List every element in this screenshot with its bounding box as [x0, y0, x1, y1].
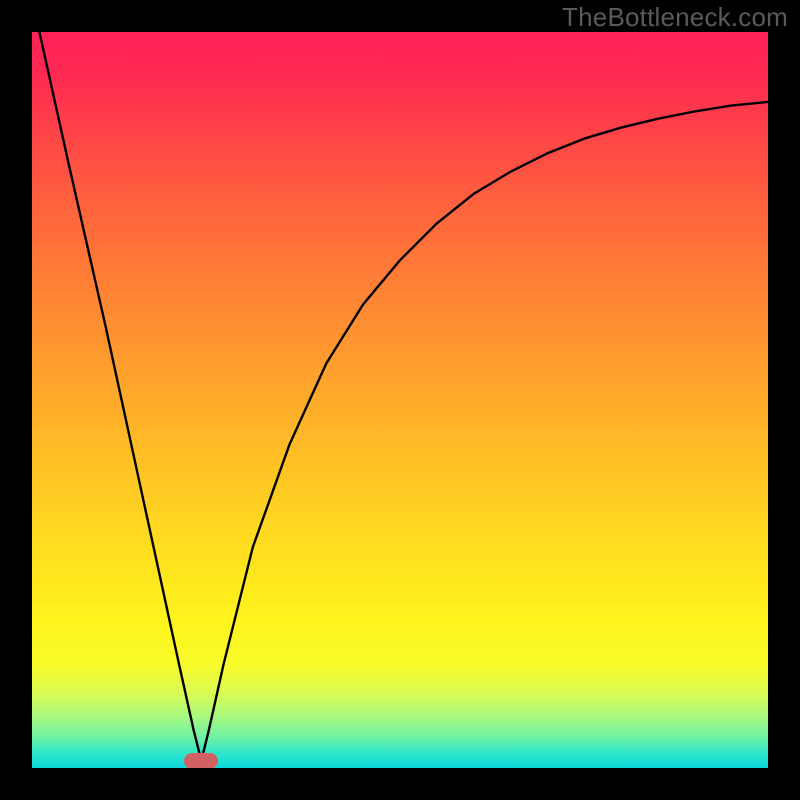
watermark-text: TheBottleneck.com: [562, 2, 788, 33]
curve-svg: [32, 32, 768, 768]
minimum-marker: [184, 753, 218, 768]
chart-frame: TheBottleneck.com: [0, 0, 800, 800]
plot-area: [32, 32, 768, 768]
bottleneck-curve: [39, 32, 768, 761]
